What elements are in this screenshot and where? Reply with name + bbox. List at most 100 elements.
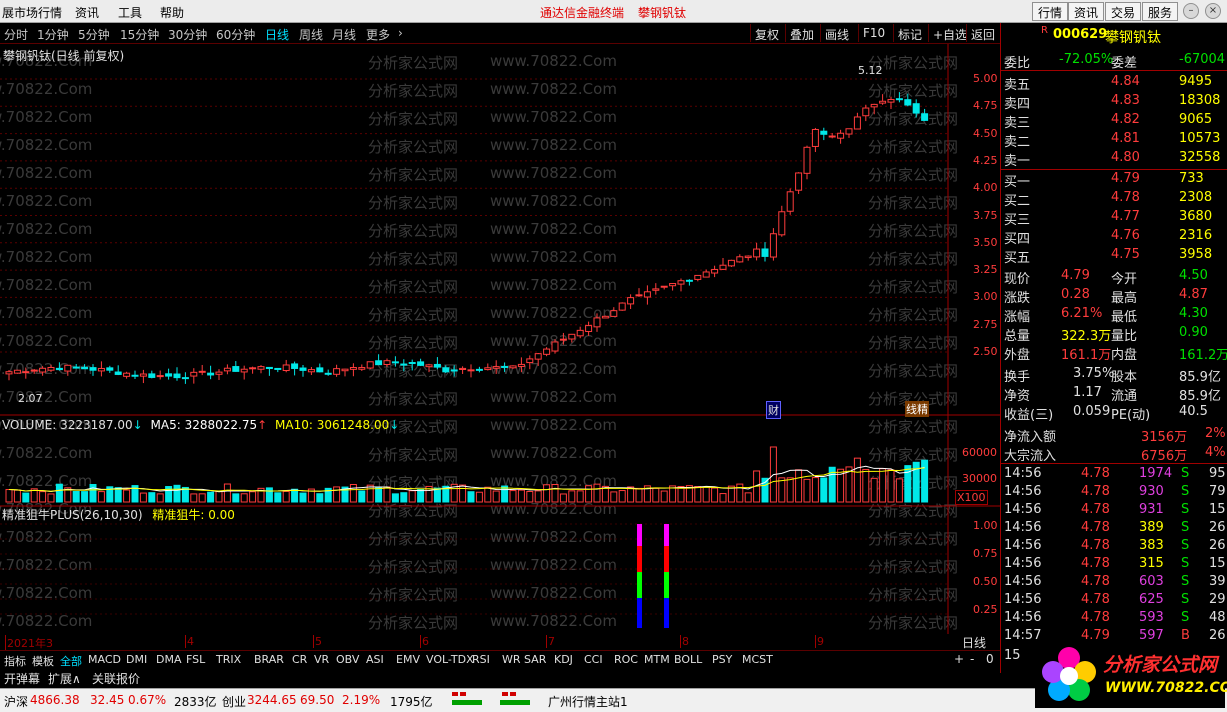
menu-tools[interactable]: 工具: [118, 4, 142, 21]
candle[interactable]: [282, 359, 290, 373]
candle[interactable]: [207, 365, 215, 380]
indicator-tab[interactable]: WR: [500, 653, 523, 666]
period-more[interactable]: 更多: [366, 26, 390, 43]
candle[interactable]: [257, 365, 265, 374]
candle[interactable]: [307, 366, 315, 375]
candle[interactable]: [837, 129, 845, 144]
back-button[interactable]: 返回: [966, 24, 999, 42]
bid-row[interactable]: 买五 4.75 3958: [1001, 246, 1227, 266]
indicator-tab[interactable]: ROC: [612, 653, 640, 666]
candle[interactable]: [853, 112, 861, 130]
candle[interactable]: [593, 313, 601, 332]
expand-toggle[interactable]: 扩展∧: [48, 670, 81, 687]
candle[interactable]: [786, 188, 794, 215]
candle[interactable]: [912, 99, 920, 118]
candle[interactable]: [39, 366, 47, 376]
candle[interactable]: [795, 172, 803, 194]
candle[interactable]: [568, 333, 576, 343]
candle[interactable]: [400, 359, 408, 372]
candle[interactable]: [232, 361, 240, 372]
candle[interactable]: [534, 353, 542, 366]
more-arrow-icon[interactable]: ›: [398, 26, 403, 40]
indicator-tab[interactable]: SAR: [522, 653, 548, 666]
finance-marker[interactable]: 财: [766, 401, 781, 419]
candle[interactable]: [543, 347, 551, 357]
menu-market[interactable]: 展市场行情: [2, 4, 62, 21]
candle[interactable]: [156, 370, 164, 380]
indicator-tab[interactable]: MCST: [740, 653, 775, 666]
candle[interactable]: [13, 369, 21, 374]
candle[interactable]: [240, 365, 248, 380]
indicator-tab[interactable]: PSY: [710, 653, 734, 666]
candle[interactable]: [30, 368, 38, 374]
indicator-tab[interactable]: CCI: [582, 653, 605, 666]
candle[interactable]: [181, 372, 189, 384]
candle[interactable]: [417, 358, 425, 367]
candle[interactable]: [685, 279, 693, 286]
candle[interactable]: [358, 364, 366, 371]
candle[interactable]: [484, 363, 492, 371]
indicator-tab[interactable]: OBV: [334, 653, 361, 666]
candle[interactable]: [450, 365, 458, 377]
candle[interactable]: [165, 368, 173, 380]
zoom-reset-button[interactable]: 0: [986, 652, 994, 666]
candle[interactable]: [391, 356, 399, 367]
candle[interactable]: [895, 92, 903, 103]
restore-rights-button[interactable]: 复权: [750, 24, 783, 42]
candle[interactable]: [333, 364, 341, 377]
period-tick[interactable]: 分时: [4, 26, 28, 43]
period-30min[interactable]: 30分钟: [168, 26, 207, 43]
candle[interactable]: [442, 365, 450, 374]
candle[interactable]: [887, 96, 895, 110]
candle[interactable]: [551, 339, 559, 354]
trade-button[interactable]: 交易: [1105, 2, 1142, 21]
candle[interactable]: [501, 362, 509, 372]
info-button[interactable]: 资讯: [1068, 2, 1105, 21]
period-15min[interactable]: 15分钟: [120, 26, 159, 43]
candle[interactable]: [173, 367, 181, 381]
bid-row[interactable]: 买三 4.77 3680: [1001, 208, 1227, 228]
candle[interactable]: [803, 145, 811, 180]
candle[interactable]: [727, 259, 735, 267]
indicator-tab[interactable]: ASI: [364, 653, 386, 666]
candle[interactable]: [106, 365, 114, 373]
candle[interactable]: [517, 357, 525, 373]
candle[interactable]: [643, 285, 651, 305]
candle[interactable]: [761, 242, 769, 262]
candle[interactable]: [299, 365, 307, 377]
candle[interactable]: [509, 365, 517, 369]
indicator-tab[interactable]: CR: [290, 653, 309, 666]
candle[interactable]: [433, 357, 441, 370]
indicator-tab[interactable]: 指标: [2, 653, 28, 669]
candle[interactable]: [769, 228, 777, 261]
indicator-tab[interactable]: TRIX: [214, 653, 243, 666]
f10-button[interactable]: F10: [858, 24, 889, 42]
indicator-tab[interactable]: DMA: [154, 653, 184, 666]
period-5min[interactable]: 5分钟: [78, 26, 110, 43]
candle[interactable]: [72, 364, 80, 369]
candle[interactable]: [131, 370, 139, 379]
indicator-tab[interactable]: RSI: [470, 653, 492, 666]
indicator-tab[interactable]: KDJ: [552, 653, 575, 666]
indicator-tab[interactable]: MACD: [86, 653, 123, 666]
indicator-tab[interactable]: VR: [312, 653, 331, 666]
candle[interactable]: [694, 274, 702, 282]
candle[interactable]: [375, 354, 383, 366]
candle[interactable]: [635, 288, 643, 297]
candle[interactable]: [753, 242, 761, 261]
candle[interactable]: [820, 127, 828, 141]
indicator-tab[interactable]: BOLL: [672, 653, 704, 666]
bid-row[interactable]: 买二 4.78 2308: [1001, 189, 1227, 209]
candle[interactable]: [81, 364, 89, 370]
candle[interactable]: [55, 362, 63, 371]
candle[interactable]: [139, 369, 147, 384]
candle[interactable]: [291, 361, 299, 376]
indicator-tab[interactable]: 全部: [58, 653, 84, 669]
service-button[interactable]: 服务: [1142, 2, 1179, 21]
indicator-tab[interactable]: 模板: [30, 653, 56, 669]
draw-line-button[interactable]: 画线: [820, 24, 853, 42]
candle[interactable]: [274, 367, 282, 373]
ask-row[interactable]: 卖二 4.81 10573: [1001, 130, 1227, 150]
indicator-tab[interactable]: VOL-TDX: [424, 653, 476, 666]
candle[interactable]: [97, 361, 105, 377]
